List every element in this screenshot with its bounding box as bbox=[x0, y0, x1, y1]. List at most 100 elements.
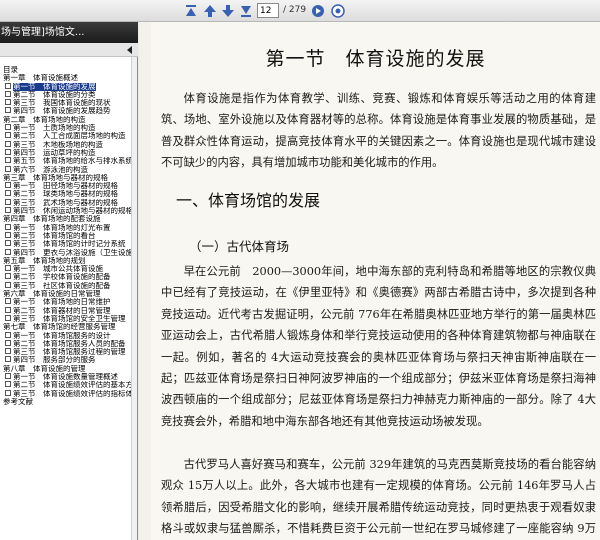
toc-item[interactable]: 第一节 体育场地的日常维护 bbox=[0, 298, 132, 306]
toc-item[interactable]: 第六章 体育设施的日常管理 bbox=[0, 290, 132, 298]
toc-item[interactable]: 第五节 体育场地的给水与排水系统 bbox=[0, 157, 132, 165]
toc-item[interactable]: 第四章 体育场地的配套设施 bbox=[0, 215, 132, 223]
last-page-icon[interactable] bbox=[238, 3, 254, 19]
zoom-icon[interactable] bbox=[330, 3, 346, 19]
first-page-icon[interactable] bbox=[183, 3, 199, 19]
toc-item-label: 第四节 服务部分的服务 bbox=[13, 356, 96, 365]
toc-item[interactable]: 第二节 球类场地与器材的规格 bbox=[0, 190, 132, 198]
bookmark-node-icon[interactable] bbox=[5, 182, 11, 189]
prev-page-icon[interactable] bbox=[202, 3, 218, 19]
toc-item[interactable]: 第一节 体育场馆服务的设计 bbox=[0, 331, 132, 340]
toc-item[interactable]: 目录 bbox=[0, 66, 132, 74]
toc-item[interactable]: 第一节 体育设施数量管理概述 bbox=[0, 372, 132, 381]
bookmark-node-icon[interactable] bbox=[5, 240, 11, 247]
bookmark-node-icon[interactable] bbox=[5, 356, 11, 363]
toc-item[interactable]: 第一节 土质场地的构造 bbox=[0, 124, 132, 132]
toc-item[interactable]: 第二节 体育器材的日常管理 bbox=[0, 306, 132, 315]
document-page: 第一节 体育设施的发展 体育设施是指作为体育教学、训练、竞赛、锻炼和体育娱乐等活… bbox=[151, 22, 600, 540]
toc-item[interactable]: 第三节 体育场馆的计时记分系统 bbox=[0, 240, 132, 248]
toc-item[interactable]: 第二节 体育设施绩效评估的基本方法 bbox=[0, 381, 132, 389]
toc-item[interactable]: 第二节 体育场馆服务人员的配备 bbox=[0, 339, 132, 348]
page-total: / 279 bbox=[283, 5, 307, 15]
toc-item-label: 第三节 体育场馆的计时记分系统 bbox=[13, 240, 126, 249]
sidebar-title: 场与管理]场馆文... bbox=[0, 22, 138, 43]
bookmark-node-icon[interactable] bbox=[5, 339, 11, 346]
toc-item[interactable]: 第二节 人工合成面层场地的构造 bbox=[0, 132, 132, 140]
toc-item[interactable]: 第四节 服务部分的服务 bbox=[0, 356, 132, 364]
toc-item-label: 第二节 学校体育设施的配备 bbox=[13, 273, 111, 282]
bookmark-node-icon[interactable] bbox=[5, 248, 11, 255]
toc-item-label: 第六节 游泳池的构造 bbox=[13, 165, 88, 174]
toc-item[interactable]: 第四节 体育设施的发展趋势 bbox=[0, 107, 132, 115]
toc-item-label: 第一节 体育场地的日常维护 bbox=[13, 298, 111, 307]
bookmark-sidebar: 场与管理]场馆文... 目录 第一章 体育设施概述 第一节 体育设施的发展 第二节 体… bbox=[0, 22, 138, 540]
bookmark-node-icon[interactable] bbox=[5, 389, 11, 396]
bookmark-node-icon[interactable] bbox=[5, 82, 11, 89]
toc-item[interactable]: 第七章 体育场馆的经营服务管理 bbox=[0, 323, 132, 331]
toc-item[interactable]: 第一节 田径场地与器材的规格 bbox=[0, 182, 132, 190]
bookmark-node-icon[interactable] bbox=[5, 140, 11, 147]
collapse-icon[interactable] bbox=[126, 46, 134, 54]
bookmark-node-icon[interactable] bbox=[5, 165, 11, 172]
document-view[interactable]: 第一节 体育设施的发展 体育设施是指作为体育教学、训练、竞赛、锻炼和体育娱乐等活… bbox=[139, 22, 600, 540]
toc-item[interactable]: 第四节 休闲运动场地与器材的规格 bbox=[0, 207, 132, 215]
bookmark-node-icon[interactable] bbox=[5, 124, 11, 131]
toc-item[interactable]: 第一节 体育设施的发展 bbox=[0, 82, 132, 91]
toc-item[interactable]: 第八章 体育设施的管理 bbox=[0, 365, 132, 373]
bookmark-node-icon[interactable] bbox=[5, 132, 11, 139]
bookmark-node-icon[interactable] bbox=[5, 148, 11, 155]
toc-item-label: 第二节 体育设施绩效评估的基本方法 bbox=[13, 381, 132, 390]
toc-item[interactable]: 第四节 更衣与沐浴设施（卫生设施） bbox=[0, 248, 132, 257]
toc-item-label: 第二章 体育场地的构造 bbox=[3, 115, 86, 124]
bookmark-node-icon[interactable] bbox=[5, 190, 11, 197]
toc-item[interactable]: 第三节 体育场馆服务过程的管理 bbox=[0, 348, 132, 356]
toc-item[interactable]: 第二节 体育设施的分类 bbox=[0, 90, 132, 99]
toc-item[interactable]: 第二节 体育场馆的看台 bbox=[0, 231, 132, 240]
bookmark-node-icon[interactable] bbox=[5, 348, 11, 355]
toc-item[interactable]: 第六节 游泳池的构造 bbox=[0, 165, 132, 174]
bookmark-node-icon[interactable] bbox=[5, 157, 11, 164]
bookmark-node-icon[interactable] bbox=[5, 273, 11, 280]
bookmark-node-icon[interactable] bbox=[5, 314, 11, 321]
bookmark-node-icon[interactable] bbox=[5, 207, 11, 214]
bookmark-node-icon[interactable] bbox=[5, 306, 11, 313]
toc-item-label: 第四节 运动草坪的构造 bbox=[13, 148, 96, 157]
next-page-icon[interactable] bbox=[220, 3, 236, 19]
toc-item[interactable]: 第五章 体育场地的规划 bbox=[0, 257, 132, 265]
toolbar: / 279 bbox=[0, 0, 600, 22]
bookmark-node-icon[interactable] bbox=[5, 231, 11, 238]
page-number-input[interactable] bbox=[257, 3, 279, 18]
go-icon[interactable] bbox=[310, 3, 326, 19]
bookmark-node-icon[interactable] bbox=[5, 372, 11, 379]
toc-item[interactable]: 第一章 体育设施概述 bbox=[0, 74, 132, 82]
toc-item[interactable]: 第三节 木地板场地的构造 bbox=[0, 140, 132, 149]
toc-item[interactable]: 第三节 体育设施绩效评估的指标体系 bbox=[0, 389, 132, 398]
bookmark-node-icon[interactable] bbox=[5, 281, 11, 288]
bookmark-node-icon[interactable] bbox=[5, 223, 11, 230]
toc-item[interactable]: 参考文献 bbox=[0, 398, 132, 406]
toc-item-label: 第一节 田径场地与器材的规格 bbox=[13, 182, 118, 191]
toc-item[interactable]: 第三节 武术场地与器材的规格 bbox=[0, 198, 132, 207]
toc-item-label: 第五章 体育场地的规划 bbox=[3, 256, 86, 265]
toc-item-label: 第一节 体育场馆服务的设计 bbox=[13, 331, 111, 340]
toc-item[interactable]: 第四节 运动草坪的构造 bbox=[0, 148, 132, 157]
toc-item[interactable]: 第三节 我国体育设施的现状 bbox=[0, 99, 132, 107]
bookmark-node-icon[interactable] bbox=[5, 298, 11, 305]
bookmark-node-icon[interactable] bbox=[5, 198, 11, 205]
toc-item[interactable]: 第二节 学校体育设施的配备 bbox=[0, 273, 132, 281]
bookmark-node-icon[interactable] bbox=[5, 381, 11, 388]
bookmark-node-icon[interactable] bbox=[5, 331, 11, 338]
toc-item[interactable]: 第三章 体育场地与器材的规格 bbox=[0, 174, 132, 182]
bookmark-node-icon[interactable] bbox=[5, 90, 11, 97]
toc-item[interactable]: 第一节 体育场地的灯光布置 bbox=[0, 223, 132, 232]
toc-item[interactable]: 第二章 体育场地的构造 bbox=[0, 116, 132, 124]
sidebar-scrollbar[interactable] bbox=[131, 57, 137, 540]
toc-item[interactable]: 第三节 社区体育设施的配备 bbox=[0, 281, 132, 290]
bookmark-node-icon[interactable] bbox=[5, 107, 11, 114]
toc-item-label: 目录 bbox=[3, 66, 18, 74]
toc-item[interactable]: 第三节 体育场馆的安全卫生管理 bbox=[0, 314, 132, 323]
toc-item[interactable]: 第一节 城市公共体育设施 bbox=[0, 265, 132, 273]
bookmark-node-icon[interactable] bbox=[5, 265, 11, 272]
bookmark-node-icon[interactable] bbox=[5, 99, 11, 106]
toc-item-label: 第八章 体育设施的管理 bbox=[3, 364, 86, 373]
